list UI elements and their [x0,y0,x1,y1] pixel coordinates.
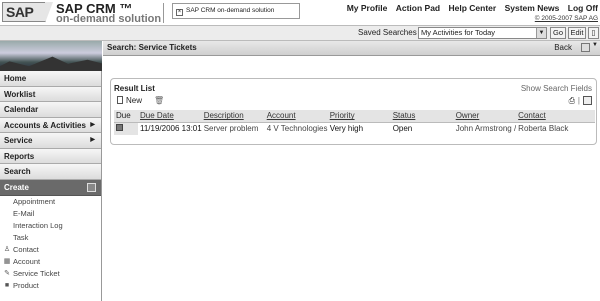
window-tab[interactable]: × SAP CRM on-demand solution [172,3,300,19]
saved-searches-select[interactable]: My Activities for Today ▼ [418,27,547,39]
edit-button[interactable]: Edit [568,27,586,39]
top-links: My Profile Action Pad Help Center System… [341,3,598,13]
personalize-icon[interactable] [581,43,590,52]
create-item-label: Product [13,280,39,290]
nav-item-calendar[interactable]: Calendar [0,102,101,118]
column-owner[interactable]: Owner [453,110,517,123]
chevron-right-icon: ▶ [90,137,95,143]
top-bar: SAP SAP CRM ™ on-demand solution × SAP CR… [0,0,600,26]
nav-item-home[interactable]: Home [0,71,101,87]
create-account[interactable]: ▦ Account [0,256,101,268]
cell-due-date: 11/19/2006 13:01 [140,124,202,134]
link-my-profile[interactable]: My Profile [347,3,388,13]
link-log-off[interactable]: Log Off [568,3,598,13]
link-action-pad[interactable]: Action Pad [396,3,440,13]
column-contact[interactable]: Contact [516,110,595,123]
account-icon: ▦ [3,257,11,265]
divider [163,3,164,23]
column-due: Due [114,110,138,123]
link-system-news[interactable]: System News [505,3,560,13]
create-product[interactable]: ■ Product [0,280,101,292]
new-button-label: New [126,96,143,105]
contact-icon: ♙ [3,245,11,253]
create-interaction-log[interactable]: Interaction Log [0,220,101,232]
nav-item-label: Calendar [4,105,39,114]
new-button[interactable]: New [117,96,142,105]
new-document-icon [117,96,123,104]
nav-item-service[interactable]: Service ▶ [0,133,101,149]
nav-item-label: Service [4,136,33,145]
create-item-label: Service Ticket [13,268,60,278]
cell-priority: Very high [329,124,364,134]
go-button[interactable]: Go [550,27,566,39]
cell-account[interactable]: 4 V Technologies [265,122,328,135]
create-task[interactable]: Task [0,232,101,244]
window-tab-label: SAP CRM on-demand solution [186,7,275,14]
column-status[interactable]: Status [390,110,454,123]
nav-item-worklist[interactable]: Worklist [0,86,101,102]
link-help-center[interactable]: Help Center [449,3,497,13]
saved-search-tool-icon[interactable]: ▯ [588,27,599,39]
create-item-label: Contact [13,244,39,254]
chevron-down-icon[interactable]: ▼ [536,28,546,38]
column-due-date[interactable]: Due Date [138,110,202,123]
print-icon[interactable]: ⎙ [569,96,575,106]
nav-item-search[interactable]: Search [0,164,101,180]
create-header-label: Create [4,182,29,192]
sidebar: Home Worklist Calendar Accounts & Activi… [0,41,102,301]
banner-image [0,41,102,71]
row-selector[interactable] [114,122,138,135]
chevron-down-icon[interactable]: ▼ [592,42,598,48]
column-account[interactable]: Account [264,110,328,123]
nav-item-label: Worklist [4,89,36,99]
page-header: Search: Service Tickets Back ▼ [103,41,600,56]
result-table: Due Due Date Description Account Priorit… [114,110,595,135]
result-list-title: Result List [114,84,155,93]
nav-item-label: Reports [4,151,35,161]
saved-searches-value: My Activities for Today [421,28,496,37]
create-appointment[interactable]: Appointment [0,196,101,208]
create-item-label: Account [13,256,41,266]
nav-item-label: Accounts & Activities [4,120,86,130]
delete-icon[interactable]: 🗑 [154,96,164,105]
sap-logo: SAP [2,2,53,23]
saved-searches-bar: Saved Searches My Activities for Today ▼ … [0,26,600,41]
create-email[interactable]: E-Mail [0,208,101,220]
product-icon: ■ [4,281,10,289]
due-status-icon [116,124,123,132]
create-contact[interactable]: ♙ Contact [0,244,101,256]
page-title: Search: Service Tickets [107,43,197,52]
cell-status: Open [392,124,413,134]
chevron-right-icon: ▶ [90,121,95,128]
copyright-link[interactable]: © 2005-2007 SAP AG [535,15,598,22]
minimize-icon[interactable] [87,182,96,192]
nav-item-label: Home [4,74,27,83]
nav-item-label: Search [4,167,31,176]
close-icon[interactable]: × [176,9,183,16]
show-search-fields-link[interactable]: Show Search Fields [521,84,592,93]
create-header: Create [0,179,101,196]
product-subtitle: on-demand solution [56,13,162,25]
cell-description[interactable]: Server problem [202,122,265,135]
column-description[interactable]: Description [201,110,265,123]
toolbar-separator: | [577,96,580,105]
table-row[interactable]: 11/19/2006 13:01 Server problem 4 V Tech… [114,122,595,135]
saved-searches-label: Saved Searches [358,28,417,37]
result-list-toolbar: New 🗑 ⎙ | [114,95,595,108]
service-ticket-icon: ✎ [4,269,10,277]
back-button[interactable]: Back [554,43,572,52]
export-icon[interactable] [583,96,592,105]
cell-owner[interactable]: John Armstrong / [454,122,516,135]
nav-item-accounts-activities[interactable]: Accounts & Activities ▶ [0,117,101,133]
cell-contact[interactable]: Roberta Black [516,122,595,135]
nav-item-reports[interactable]: Reports [0,148,101,164]
result-list-panel: Result List Show Search Fields New 🗑 ⎙ |… [110,78,597,145]
table-header-row: Due Due Date Description Account Priorit… [114,110,595,123]
column-priority[interactable]: Priority [327,110,391,123]
create-service-ticket[interactable]: ✎ Service Ticket [0,268,101,280]
